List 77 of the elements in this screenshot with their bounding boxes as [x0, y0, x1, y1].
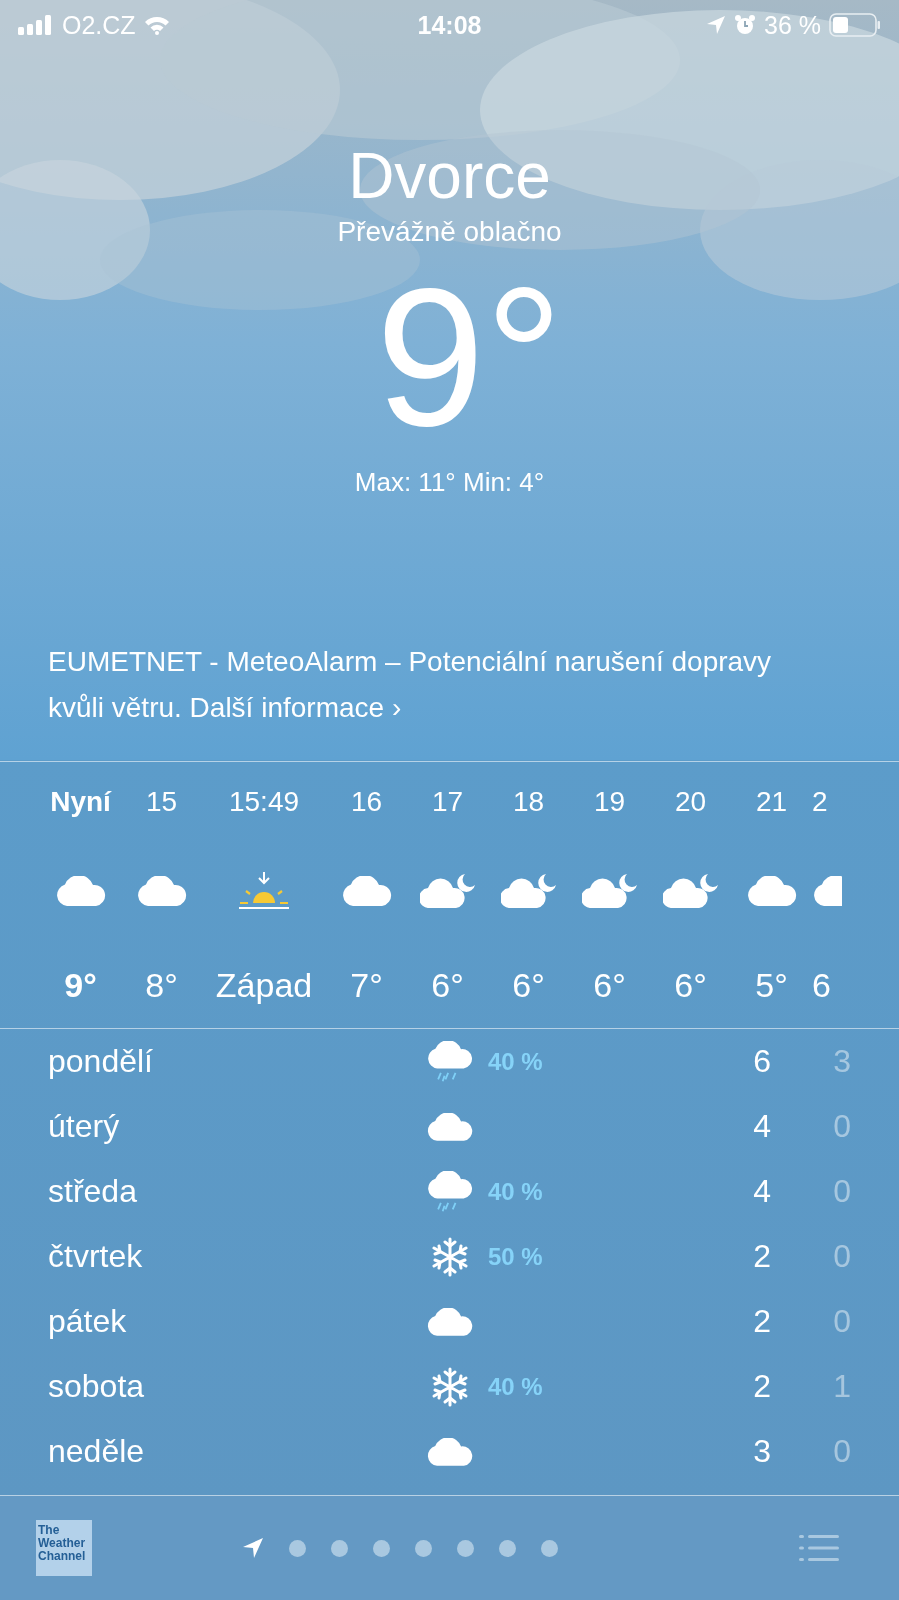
page-dot[interactable] [331, 1539, 348, 1557]
hour-temperature: 6° [674, 965, 707, 1006]
hour-label: 15:49 [228, 785, 300, 819]
hour-temperature: 5° [755, 965, 788, 1006]
alert-link[interactable]: EUMETNET - MeteoAlarm – Potenciální narušení dopravy kvůli větru. Další informace › [48, 639, 789, 731]
wifi-icon [143, 15, 170, 35]
hour-label: 16 [350, 785, 383, 819]
page-dot[interactable] [415, 1539, 432, 1557]
hour-temperature: 6° [593, 965, 626, 1006]
rain-cloud-icon [426, 1170, 474, 1213]
high-temperature: 6 [752, 1043, 771, 1080]
precipitation-chance: 40 % [488, 1372, 544, 1401]
day-name: pátek [48, 1303, 128, 1340]
hour-temperature: 6° [431, 965, 464, 1006]
precipitation-chance: 50 % [488, 1242, 544, 1271]
cloud-moon-icon [581, 874, 638, 908]
day-name: pondělí [48, 1043, 154, 1080]
current-temperature: 9° [375, 250, 564, 465]
snowflake-icon [430, 1366, 470, 1407]
sunset-icon [236, 872, 292, 910]
high-temperature: 2 [752, 1303, 771, 1340]
location-arrow-icon [706, 15, 726, 35]
page-dot[interactable] [289, 1539, 306, 1557]
day-name: úterý [48, 1108, 121, 1145]
page-dot[interactable] [373, 1539, 390, 1557]
hour-label: 19 [593, 785, 626, 819]
carrier-name: O2.CZ [62, 10, 136, 40]
low-temperature: 0 [832, 1238, 851, 1275]
hour-label: 21 [755, 785, 788, 819]
alarm-clock-icon [734, 14, 756, 36]
hour-label: 2 [812, 785, 828, 819]
page-dot[interactable] [457, 1539, 474, 1557]
hour-temperature: 6 [812, 965, 831, 1006]
day-name: neděle [48, 1433, 146, 1470]
hour-label: 20 [674, 785, 707, 819]
low-temperature: 0 [832, 1433, 851, 1470]
temperature-range: Max: 11° Min: 4° [354, 466, 545, 499]
rain-cloud-icon [426, 1040, 474, 1083]
page-dot[interactable] [541, 1539, 558, 1557]
signal-icon [18, 15, 54, 35]
clock-time: 14:08 [417, 10, 482, 40]
hour-label: 17 [431, 785, 464, 819]
battery-icon [829, 13, 881, 37]
day-name: sobota [48, 1368, 146, 1405]
low-temperature: 0 [832, 1303, 851, 1340]
high-temperature: 2 [752, 1238, 771, 1275]
weather-channel-logo[interactable]: The Weather Channel [36, 1520, 92, 1576]
day-name: středa [48, 1173, 138, 1210]
high-temperature: 4 [752, 1108, 771, 1145]
cloud-moon-icon [419, 874, 476, 908]
day-name: čtvrtek [48, 1238, 144, 1275]
hour-temperature: 7° [350, 965, 383, 1006]
snowflake-icon [430, 1236, 470, 1277]
hour-temperature: 9° [64, 965, 97, 1006]
low-temperature: 1 [832, 1368, 851, 1405]
low-temperature: 0 [832, 1173, 851, 1210]
hour-label: 15 [145, 785, 178, 819]
page-dot[interactable] [499, 1539, 516, 1557]
hour-temperature: Západ [215, 965, 313, 1006]
low-temperature: 3 [832, 1043, 851, 1080]
low-temperature: 0 [832, 1108, 851, 1145]
condition-text: Převážně oblačno [337, 215, 562, 249]
high-temperature: 4 [752, 1173, 771, 1210]
high-temperature: 3 [752, 1433, 771, 1470]
cloud-moon-icon [500, 874, 557, 908]
location-arrow-icon[interactable] [242, 1537, 264, 1559]
hour-label: Nyní [50, 785, 111, 819]
hour-label: 18 [512, 785, 545, 819]
hour-temperature: 8° [145, 965, 178, 1006]
hour-temperature: 6° [512, 965, 545, 1006]
precipitation-chance: 40 % [488, 1177, 544, 1206]
list-icon[interactable] [799, 1533, 839, 1563]
cloud-moon-icon [662, 874, 719, 908]
city-name: Dvorce [348, 139, 551, 214]
high-temperature: 2 [752, 1368, 771, 1405]
battery-percent: 36 % [764, 10, 821, 40]
precipitation-chance: 40 % [488, 1047, 544, 1076]
